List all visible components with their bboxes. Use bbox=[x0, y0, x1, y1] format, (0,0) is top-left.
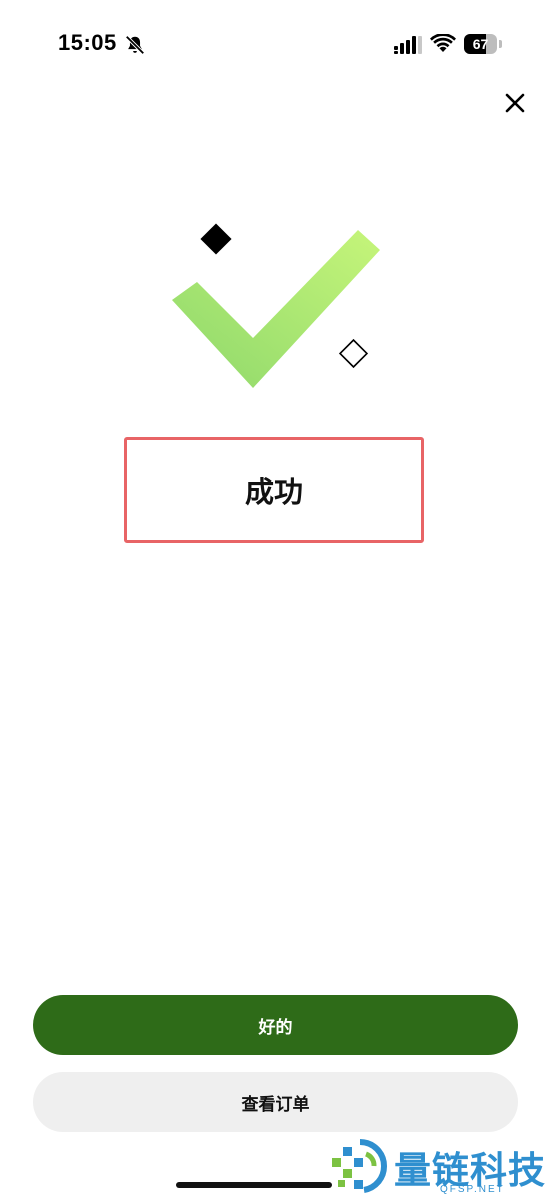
result-title-box: 成功 bbox=[124, 437, 424, 543]
ok-button[interactable]: 好的 bbox=[33, 995, 518, 1055]
view-order-button[interactable]: 查看订单 bbox=[33, 1072, 518, 1132]
battery-nub bbox=[499, 40, 502, 48]
wifi-icon bbox=[430, 34, 456, 52]
battery-body: 67 bbox=[464, 34, 497, 54]
close-button[interactable] bbox=[500, 88, 530, 118]
view-order-button-label: 查看订单 bbox=[241, 1094, 310, 1115]
watermark: 量链科技 QFSP.NET bbox=[330, 1138, 551, 1200]
diamond-outline-icon bbox=[338, 338, 369, 369]
cellular-signal-icon bbox=[394, 36, 422, 54]
result-title: 成功 bbox=[244, 475, 303, 509]
bell-muted-icon bbox=[125, 35, 145, 55]
success-checkmark-illustration bbox=[172, 223, 380, 388]
home-indicator[interactable] bbox=[176, 1182, 332, 1188]
battery-indicator: 67 bbox=[464, 34, 502, 54]
checkmark-icon bbox=[172, 230, 380, 388]
close-icon bbox=[505, 93, 525, 113]
diamond-filled-icon bbox=[200, 223, 232, 255]
success-screen: 15:05 67 成功 好的 查看订单 量链科技 QFSP.NET bbox=[0, 0, 551, 1200]
battery-percent: 67 bbox=[472, 36, 489, 52]
watermark-logo-icon bbox=[332, 1139, 388, 1193]
status-time: 15:05 bbox=[58, 30, 117, 55]
watermark-url: QFSP.NET bbox=[440, 1184, 505, 1195]
ok-button-label: 好的 bbox=[258, 1017, 293, 1038]
